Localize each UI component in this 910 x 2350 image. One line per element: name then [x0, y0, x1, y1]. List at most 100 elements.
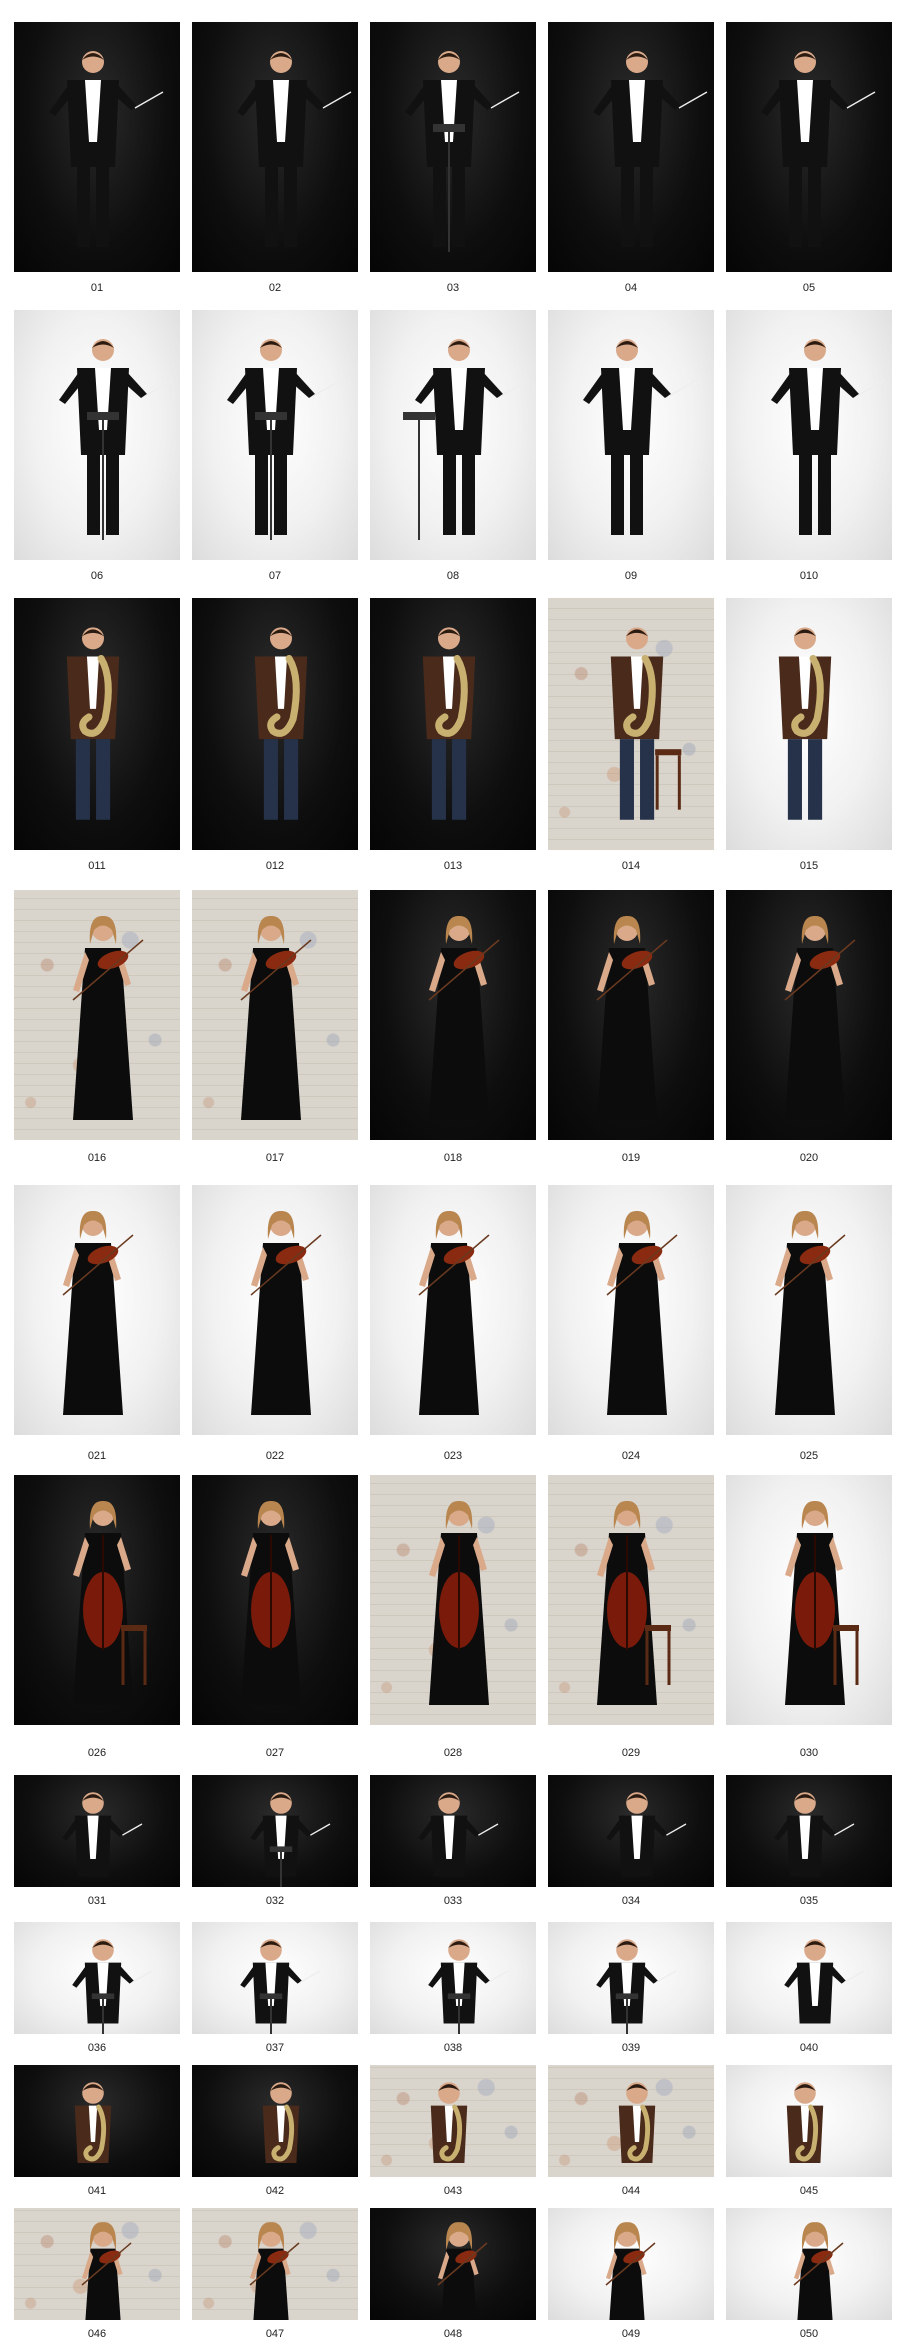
photo-item[interactable]: 017 — [192, 890, 358, 1168]
photo-item[interactable]: 034 — [548, 1775, 714, 1911]
photo-thumbnail[interactable] — [548, 1775, 714, 1887]
photo-thumbnail[interactable] — [548, 1475, 714, 1725]
photo-thumbnail[interactable] — [370, 2065, 536, 2177]
photo-item[interactable]: 022 — [192, 1185, 358, 1466]
photo-item[interactable]: 06 — [14, 310, 180, 586]
photo-thumbnail[interactable] — [14, 2208, 180, 2320]
photo-thumbnail[interactable] — [192, 1775, 358, 1887]
photo-item[interactable]: 045 — [726, 2065, 892, 2201]
photo-item[interactable]: 043 — [370, 2065, 536, 2201]
photo-item[interactable]: 019 — [548, 890, 714, 1168]
photo-item[interactable]: 028 — [370, 1475, 536, 1763]
photo-thumbnail[interactable] — [370, 2208, 536, 2320]
photo-item[interactable]: 014 — [548, 598, 714, 876]
photo-thumbnail[interactable] — [548, 890, 714, 1140]
photo-item[interactable]: 049 — [548, 2208, 714, 2344]
photo-item[interactable]: 09 — [548, 310, 714, 586]
photo-item[interactable]: 042 — [192, 2065, 358, 2201]
photo-thumbnail[interactable] — [192, 310, 358, 560]
photo-thumbnail[interactable] — [192, 598, 358, 850]
photo-item[interactable]: 026 — [14, 1475, 180, 1763]
photo-item[interactable]: 011 — [14, 598, 180, 876]
photo-item[interactable]: 031 — [14, 1775, 180, 1911]
photo-thumbnail[interactable] — [548, 22, 714, 272]
photo-thumbnail[interactable] — [192, 1475, 358, 1725]
photo-item[interactable]: 07 — [192, 310, 358, 586]
photo-thumbnail[interactable] — [192, 22, 358, 272]
photo-item[interactable]: 023 — [370, 1185, 536, 1466]
photo-item[interactable]: 01 — [14, 22, 180, 298]
photo-item[interactable]: 046 — [14, 2208, 180, 2344]
photo-item[interactable]: 025 — [726, 1185, 892, 1466]
photo-thumbnail[interactable] — [370, 1775, 536, 1887]
photo-thumbnail[interactable] — [548, 2065, 714, 2177]
photo-thumbnail[interactable] — [370, 890, 536, 1140]
photo-item[interactable]: 015 — [726, 598, 892, 876]
photo-thumbnail[interactable] — [548, 1922, 714, 2034]
photo-thumbnail[interactable] — [192, 1922, 358, 2034]
photo-item[interactable]: 030 — [726, 1475, 892, 1763]
photo-thumbnail[interactable] — [14, 890, 180, 1140]
photo-thumbnail[interactable] — [370, 22, 536, 272]
photo-item[interactable]: 020 — [726, 890, 892, 1168]
photo-thumbnail[interactable] — [14, 598, 180, 850]
photo-item[interactable]: 038 — [370, 1922, 536, 2058]
photo-item[interactable]: 039 — [548, 1922, 714, 2058]
photo-thumbnail[interactable] — [726, 1475, 892, 1725]
photo-thumbnail[interactable] — [548, 598, 714, 850]
photo-thumbnail[interactable] — [370, 1475, 536, 1725]
photo-item[interactable]: 08 — [370, 310, 536, 586]
photo-thumbnail[interactable] — [14, 1185, 180, 1435]
photo-thumbnail[interactable] — [726, 598, 892, 850]
photo-thumbnail[interactable] — [14, 310, 180, 560]
photo-item[interactable]: 016 — [14, 890, 180, 1168]
photo-thumbnail[interactable] — [726, 1775, 892, 1887]
photo-thumbnail[interactable] — [192, 2065, 358, 2177]
photo-thumbnail[interactable] — [192, 890, 358, 1140]
photo-thumbnail[interactable] — [548, 310, 714, 560]
photo-item[interactable]: 037 — [192, 1922, 358, 2058]
photo-thumbnail[interactable] — [370, 310, 536, 560]
photo-item[interactable]: 050 — [726, 2208, 892, 2344]
photo-thumbnail[interactable] — [192, 2208, 358, 2320]
photo-item[interactable]: 02 — [192, 22, 358, 298]
photo-thumbnail[interactable] — [192, 1185, 358, 1435]
photo-item[interactable]: 041 — [14, 2065, 180, 2201]
photo-thumbnail[interactable] — [370, 1922, 536, 2034]
photo-thumbnail[interactable] — [14, 2065, 180, 2177]
photo-thumbnail[interactable] — [14, 22, 180, 272]
photo-thumbnail[interactable] — [726, 2208, 892, 2320]
photo-item[interactable]: 032 — [192, 1775, 358, 1911]
photo-item[interactable]: 044 — [548, 2065, 714, 2201]
photo-thumbnail[interactable] — [548, 2208, 714, 2320]
photo-item[interactable]: 033 — [370, 1775, 536, 1911]
photo-item[interactable]: 035 — [726, 1775, 892, 1911]
photo-item[interactable]: 03 — [370, 22, 536, 298]
photo-thumbnail[interactable] — [726, 22, 892, 272]
photo-thumbnail[interactable] — [548, 1185, 714, 1435]
photo-item[interactable]: 010 — [726, 310, 892, 586]
photo-thumbnail[interactable] — [370, 598, 536, 850]
photo-thumbnail[interactable] — [726, 1185, 892, 1435]
photo-item[interactable]: 047 — [192, 2208, 358, 2344]
photo-item[interactable]: 013 — [370, 598, 536, 876]
photo-thumbnail[interactable] — [370, 1185, 536, 1435]
photo-item[interactable]: 048 — [370, 2208, 536, 2344]
photo-item[interactable]: 04 — [548, 22, 714, 298]
photo-item[interactable]: 012 — [192, 598, 358, 876]
photo-thumbnail[interactable] — [14, 1775, 180, 1887]
photo-item[interactable]: 036 — [14, 1922, 180, 2058]
photo-item[interactable]: 05 — [726, 22, 892, 298]
photo-item[interactable]: 027 — [192, 1475, 358, 1763]
photo-thumbnail[interactable] — [726, 2065, 892, 2177]
photo-item[interactable]: 040 — [726, 1922, 892, 2058]
photo-thumbnail[interactable] — [726, 310, 892, 560]
photo-thumbnail[interactable] — [726, 1922, 892, 2034]
photo-thumbnail[interactable] — [726, 890, 892, 1140]
photo-item[interactable]: 029 — [548, 1475, 714, 1763]
photo-item[interactable]: 021 — [14, 1185, 180, 1466]
photo-item[interactable]: 024 — [548, 1185, 714, 1466]
photo-thumbnail[interactable] — [14, 1475, 180, 1725]
photo-thumbnail[interactable] — [14, 1922, 180, 2034]
photo-item[interactable]: 018 — [370, 890, 536, 1168]
